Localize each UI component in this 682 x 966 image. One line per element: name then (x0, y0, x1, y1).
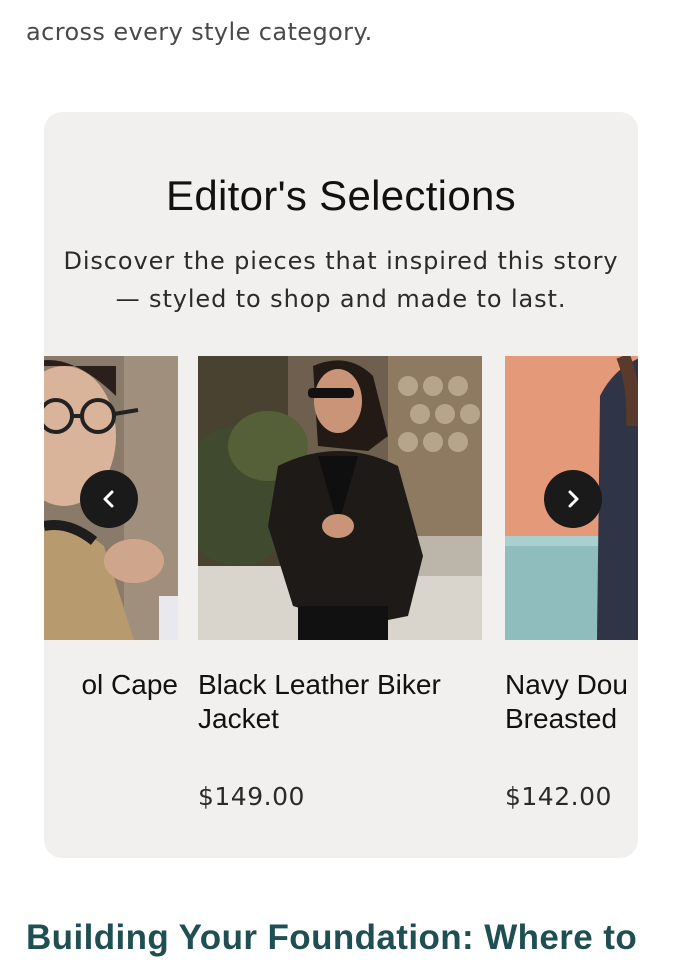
section-title: Editor's Selections (166, 172, 516, 219)
product-price-navy-coat: $142.00 (505, 782, 612, 811)
product-name-biker-jacket[interactable]: Black Leather Biker Jacket (198, 668, 441, 736)
product-card-navy-coat[interactable]: Navy Dou Breasted $142.00 (505, 356, 638, 836)
product-name-cape[interactable]: ol Cape (44, 668, 178, 702)
chevron-right-icon (568, 490, 579, 508)
subtitle-line-2: — styled to shop and made to last. (115, 285, 567, 313)
product-name-navy-coat[interactable]: Navy Dou Breasted (505, 668, 628, 736)
product-carousel[interactable]: ol Cape Black Leather Biker Jacket $149.… (44, 356, 638, 836)
product-card-biker-jacket[interactable]: Black Leather Biker Jacket $149.00 (198, 356, 482, 836)
subtitle-line-1: Discover the pieces that inspired this s… (63, 247, 619, 275)
chevron-left-icon (103, 490, 114, 508)
section-subtitle: Discover the pieces that inspired this s… (20, 242, 662, 318)
section-heading-foundation: Building Your Foundation: Where to (26, 918, 638, 957)
carousel-next-button[interactable] (544, 470, 602, 528)
product-image-biker-jacket[interactable] (198, 356, 482, 640)
intro-paragraph: across every style category. (26, 18, 373, 46)
product-price-biker-jacket: $149.00 (198, 782, 305, 811)
carousel-prev-button[interactable] (80, 470, 138, 528)
product-card-cape[interactable]: ol Cape (44, 356, 178, 836)
